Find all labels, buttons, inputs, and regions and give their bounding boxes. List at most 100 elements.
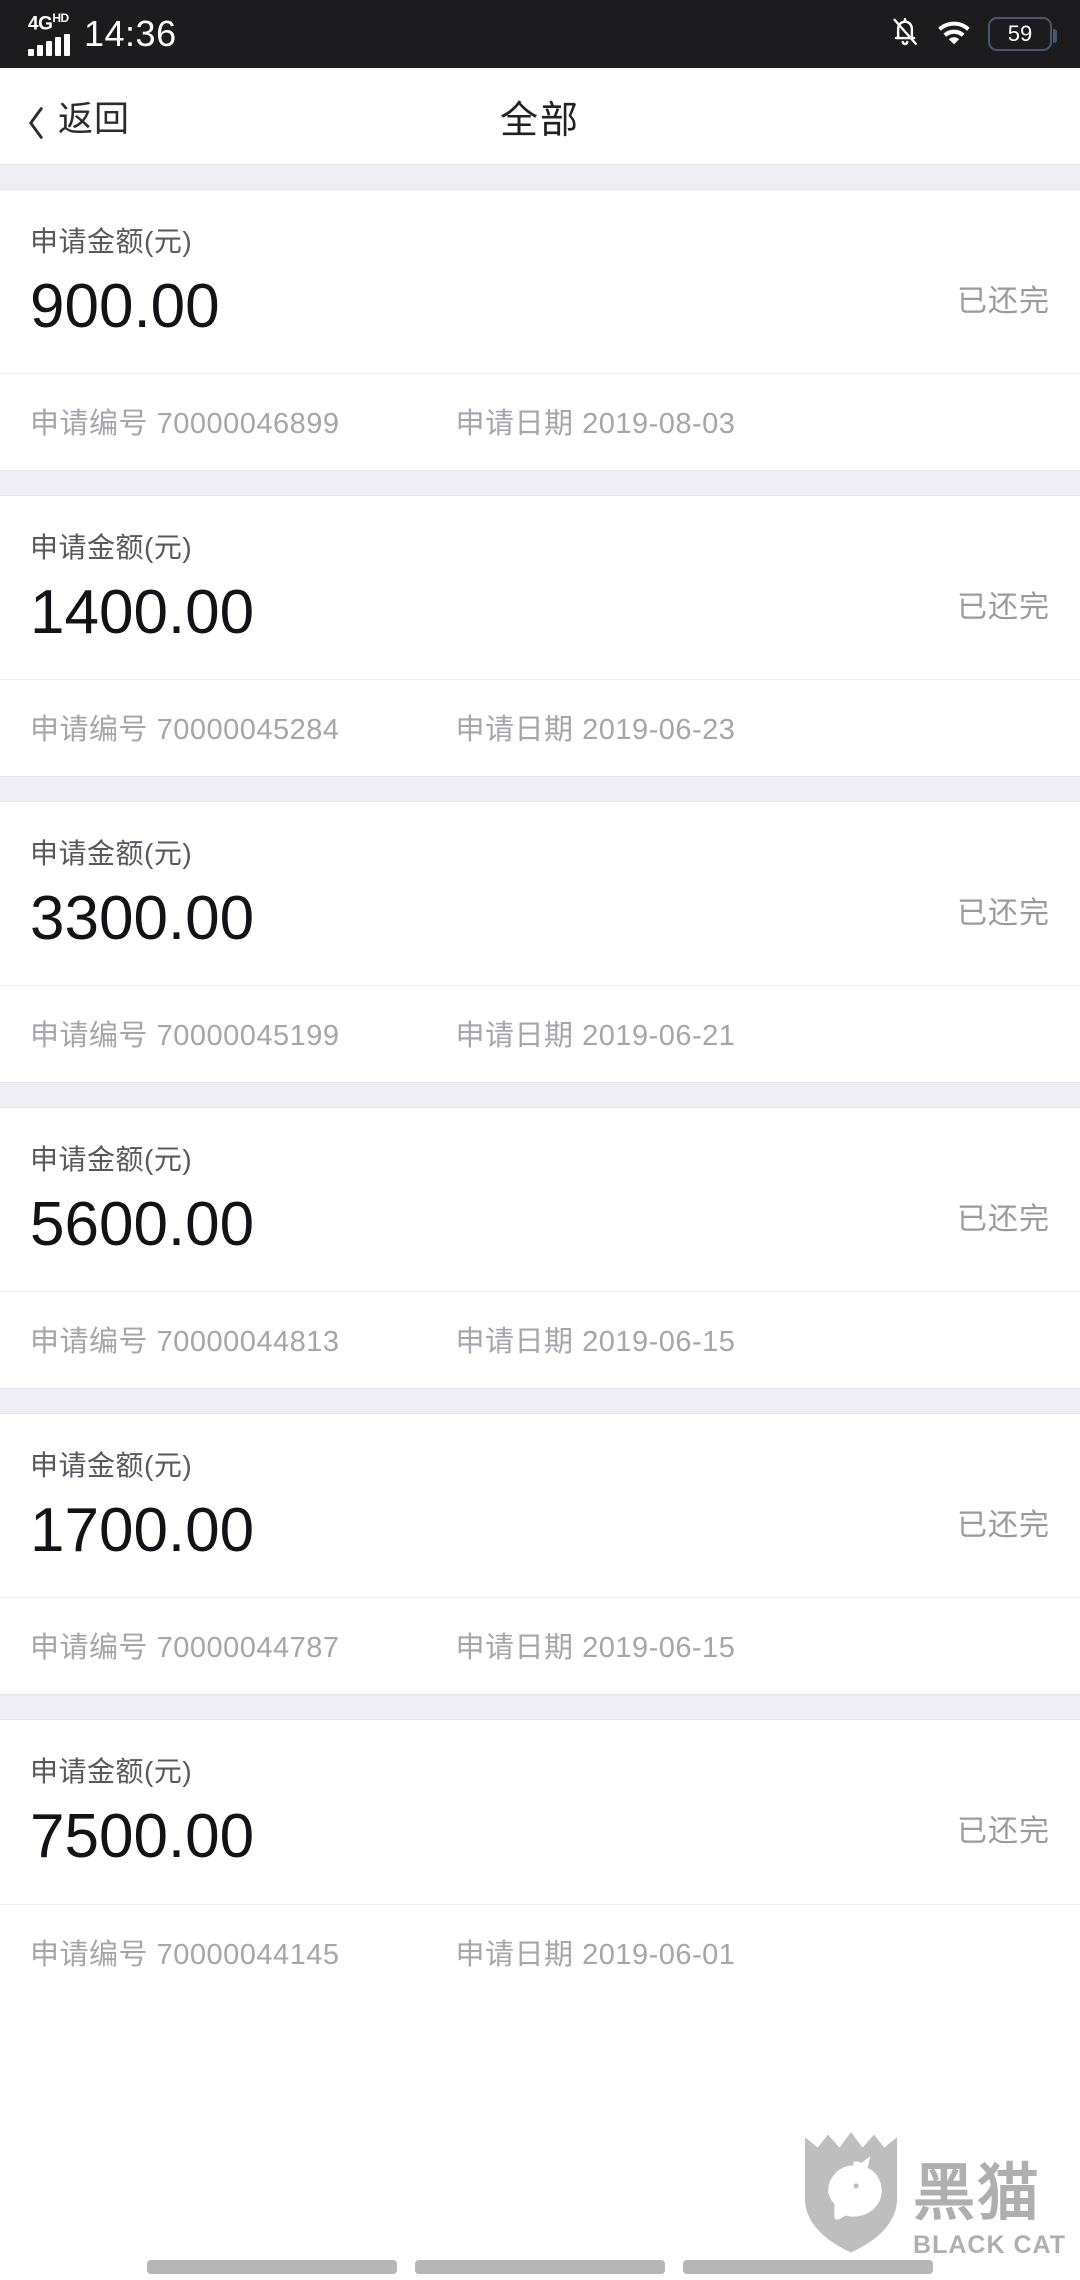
record-main: 申请金额(元) 900.00 已还完: [0, 190, 1080, 375]
application-date-prefix: 申请日期: [455, 1326, 574, 1359]
nav-home-button[interactable]: [415, 2260, 665, 2274]
record-meta: 申请编号 70000045284 申请日期 2019-06-23: [0, 680, 1080, 776]
black-cat-shield-icon: [799, 2127, 903, 2260]
battery-level-label: 59: [1007, 21, 1033, 46]
status-badge: 已还完: [957, 591, 1050, 625]
record-meta: 申请编号 70000045199 申请日期 2019-06-21: [0, 986, 1080, 1082]
record-main: 申请金额(元) 1400.00 已还完: [0, 496, 1080, 681]
status-bar-clock: 14:36: [84, 12, 177, 54]
watermark-cn-label: 黑猫: [913, 2159, 1042, 2228]
nav-recents-button[interactable]: [147, 2260, 397, 2274]
watermark: 黑猫 BLACK CAT: [799, 2127, 1066, 2260]
application-number: 申请编号 70000045284: [30, 706, 340, 748]
application-number: 申请编号 70000044145: [30, 1931, 340, 1973]
list-section-gap: [0, 1082, 1080, 1109]
application-number-prefix: 申请编号: [30, 1326, 149, 1359]
list-item[interactable]: 申请金额(元) 1400.00 已还完 申请编号 70000045284 申请日…: [0, 496, 1080, 777]
status-bar-left: 4GHD 14:36: [28, 11, 177, 56]
battery-icon: 59: [988, 17, 1057, 51]
application-number: 申请编号 70000045199: [30, 1012, 340, 1054]
amount-value: 3300.00: [30, 884, 255, 954]
record-main: 申请金额(元) 1700.00 已还完: [0, 1414, 1080, 1599]
application-date-prefix: 申请日期: [455, 1938, 574, 1971]
application-number-value: 70000046899: [156, 408, 340, 441]
application-date: 申请日期 2019-06-23: [456, 706, 736, 748]
phone-screen: 4GHD 14:36 59 返回 全部 申请金额(元) 900.00 已还完 申…: [0, 0, 1080, 2280]
amount-label: 申请金额(元): [30, 838, 193, 870]
network-type-label: 4G: [28, 13, 53, 35]
record-meta: 申请编号 70000044145 申请日期 2019-06-01: [0, 1905, 1080, 2001]
application-number-value: 70000044145: [156, 1938, 340, 1971]
list-section-gap: [0, 164, 1080, 190]
status-bar-right: 59: [890, 15, 1057, 54]
application-date: 申请日期 2019-06-15: [456, 1318, 736, 1360]
application-date-value: 2019-06-15: [582, 1326, 736, 1359]
record-meta: 申请编号 70000044813 申请日期 2019-06-15: [0, 1292, 1080, 1388]
amount-label: 申请金额(元): [30, 1450, 193, 1482]
loan-record-list: 申请金额(元) 900.00 已还完 申请编号 70000046899 申请日期…: [0, 164, 1080, 2001]
list-item[interactable]: 申请金额(元) 900.00 已还完 申请编号 70000046899 申请日期…: [0, 190, 1080, 471]
status-badge: 已还完: [957, 897, 1050, 931]
signal-bars-icon: 4GHD: [28, 11, 70, 56]
application-date: 申请日期 2019-06-21: [456, 1012, 736, 1054]
application-number: 申请编号 70000046899: [30, 400, 340, 442]
status-bar: 4GHD 14:36 59: [0, 0, 1080, 68]
wifi-icon: [937, 18, 971, 51]
application-number-value: 70000044813: [156, 1326, 340, 1359]
page-title: 全部: [499, 99, 580, 142]
amount-label: 申请金额(元): [30, 1144, 193, 1176]
amount-value: 7500.00: [30, 1802, 255, 1872]
application-date-prefix: 申请日期: [455, 1020, 574, 1053]
application-number-value: 70000044787: [156, 1632, 340, 1665]
application-date-value: 2019-06-23: [582, 714, 736, 747]
status-badge: 已还完: [957, 1509, 1050, 1543]
application-number: 申请编号 70000044787: [30, 1624, 340, 1666]
amount-value: 1400.00: [30, 578, 255, 648]
record-main: 申请金额(元) 5600.00 已还完: [0, 1108, 1080, 1293]
status-badge: 已还完: [957, 1815, 1050, 1849]
list-section-gap: [0, 470, 1080, 497]
list-item[interactable]: 申请金额(元) 3300.00 已还完 申请编号 70000045199 申请日…: [0, 802, 1080, 1083]
record-meta: 申请编号 70000044787 申请日期 2019-06-15: [0, 1598, 1080, 1694]
application-number-prefix: 申请编号: [30, 1632, 149, 1665]
back-button-label: 返回: [58, 99, 131, 139]
list-section-gap: [0, 1388, 1080, 1415]
application-date-value: 2019-06-21: [582, 1020, 736, 1053]
record-meta: 申请编号 70000046899 申请日期 2019-08-03: [0, 374, 1080, 470]
application-date-prefix: 申请日期: [455, 408, 574, 441]
application-date-value: 2019-06-15: [582, 1632, 736, 1665]
amount-value: 900.00: [30, 272, 220, 341]
system-navigation-bar: [0, 2246, 1080, 2280]
navigation-bar: 返回 全部: [0, 68, 1080, 164]
application-number-value: 70000045284: [156, 714, 340, 747]
amount-label: 申请金额(元): [30, 226, 193, 257]
network-hd-label: HD: [52, 11, 69, 26]
application-number-prefix: 申请编号: [30, 714, 149, 747]
application-date-value: 2019-06-01: [582, 1938, 736, 1971]
bell-off-icon: [890, 15, 920, 54]
application-date: 申请日期 2019-08-03: [456, 400, 736, 442]
amount-value: 1700.00: [30, 1496, 255, 1566]
list-item[interactable]: 申请金额(元) 7500.00 已还完 申请编号 70000044145 申请日…: [0, 1720, 1080, 2001]
back-button[interactable]: 返回: [0, 91, 130, 142]
chevron-left-icon: [26, 106, 46, 139]
application-date-value: 2019-08-03: [582, 408, 736, 441]
status-badge: 已还完: [957, 1203, 1050, 1237]
amount-value: 5600.00: [30, 1190, 255, 1260]
list-section-gap: [0, 1694, 1080, 1721]
application-number-prefix: 申请编号: [30, 408, 149, 441]
application-date: 申请日期 2019-06-01: [456, 1931, 736, 1973]
status-badge: 已还完: [957, 285, 1050, 318]
application-number: 申请编号 70000044813: [30, 1318, 340, 1360]
application-number-prefix: 申请编号: [30, 1938, 149, 1971]
list-item[interactable]: 申请金额(元) 1700.00 已还完 申请编号 70000044787 申请日…: [0, 1414, 1080, 1695]
application-number-prefix: 申请编号: [30, 1020, 149, 1053]
application-date-prefix: 申请日期: [455, 1632, 574, 1665]
list-section-gap: [0, 776, 1080, 803]
nav-back-button[interactable]: [683, 2260, 933, 2274]
record-main: 申请金额(元) 3300.00 已还完: [0, 802, 1080, 987]
application-date: 申请日期 2019-06-15: [456, 1624, 736, 1666]
list-item[interactable]: 申请金额(元) 5600.00 已还完 申请编号 70000044813 申请日…: [0, 1108, 1080, 1389]
application-date-prefix: 申请日期: [455, 714, 574, 747]
amount-label: 申请金额(元): [30, 1756, 193, 1788]
